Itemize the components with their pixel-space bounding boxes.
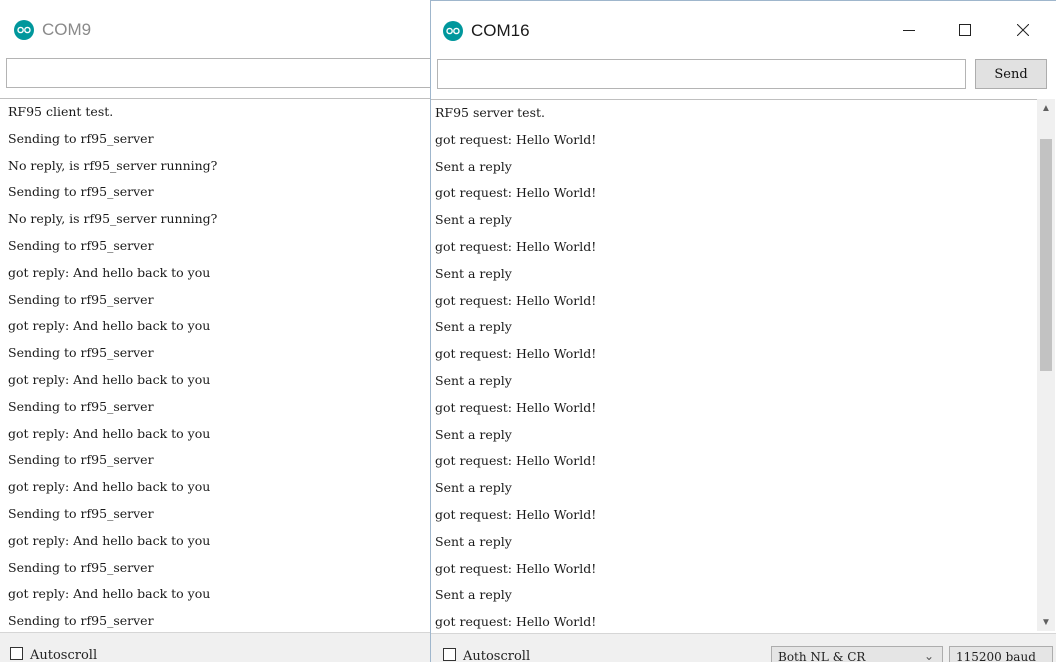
output-line: got request: Hello World! bbox=[435, 292, 597, 308]
arduino-icon bbox=[14, 20, 34, 40]
send-input[interactable] bbox=[6, 58, 432, 88]
output-line: Sent a reply bbox=[435, 426, 512, 442]
output-line: Sending to rf95_server bbox=[8, 345, 154, 361]
output-line: got reply: And hello back to you bbox=[8, 586, 211, 602]
serial-output[interactable]: RF95 client test. Sending to rf95_server N… bbox=[0, 98, 432, 631]
output-line: got reply: And hello back to you bbox=[8, 425, 211, 441]
output-line: got request: Hello World! bbox=[435, 346, 597, 362]
output-line: Sent a reply bbox=[435, 480, 512, 496]
output-line: got request: Hello World! bbox=[435, 185, 597, 201]
output-line: Sent a reply bbox=[435, 158, 512, 174]
chevron-down-icon: ⌄ bbox=[923, 649, 934, 662]
output-line: got reply: And hello back to you bbox=[8, 479, 211, 495]
scrollbar-thumb[interactable] bbox=[1040, 139, 1052, 371]
maximize-button[interactable] bbox=[943, 15, 987, 45]
output-line: got request: Hello World! bbox=[435, 560, 597, 576]
window-title: COM9 bbox=[42, 20, 92, 39]
output-line: Sending to rf95_server bbox=[8, 130, 154, 146]
maximize-icon bbox=[959, 24, 971, 36]
arduino-icon bbox=[443, 21, 463, 41]
serial-monitor-window-com9: COM9 RF95 client test. Sending to rf95_se… bbox=[0, 0, 433, 662]
output-line: Sending to rf95_server bbox=[8, 184, 154, 200]
output-line: Sending to rf95_server bbox=[8, 505, 154, 521]
output-line: Sent a reply bbox=[435, 319, 512, 335]
baud-rate-select[interactable]: 115200 baud bbox=[949, 646, 1053, 662]
output-line: got request: Hello World! bbox=[435, 614, 597, 630]
output-line: Sending to rf95_server bbox=[8, 237, 154, 253]
output-line: Sent a reply bbox=[435, 533, 512, 549]
autoscroll-checkbox[interactable] bbox=[10, 647, 23, 660]
output-line: got request: Hello World! bbox=[435, 453, 597, 469]
send-input[interactable] bbox=[437, 59, 966, 89]
title-bar[interactable]: COM9 bbox=[0, 0, 432, 48]
output-line: Sending to rf95_server bbox=[8, 613, 154, 629]
close-button[interactable] bbox=[1001, 15, 1045, 45]
output-line: No reply, is rf95_server running? bbox=[8, 157, 218, 173]
output-line: Sent a reply bbox=[435, 212, 512, 228]
output-line: Sent a reply bbox=[435, 265, 512, 281]
autoscroll-label: Autoscroll bbox=[463, 649, 531, 662]
output-line: Sent a reply bbox=[435, 587, 512, 603]
output-line: RF95 client test. bbox=[8, 104, 114, 119]
baud-rate-value: 115200 baud bbox=[956, 650, 1036, 662]
autoscroll-label: Autoscroll bbox=[30, 648, 98, 662]
output-line: got reply: And hello back to you bbox=[8, 371, 211, 387]
output-line: RF95 server test. bbox=[435, 105, 545, 120]
bottom-bar: Autoscroll Both NL & CR ⌄ 115200 baud bbox=[431, 633, 1056, 662]
output-line: Sending to rf95_server bbox=[8, 559, 154, 575]
output-line: got request: Hello World! bbox=[435, 399, 597, 415]
output-line: Sending to rf95_server bbox=[8, 452, 154, 468]
bottom-bar: Autoscroll bbox=[0, 632, 432, 662]
output-line: No reply, is rf95_server running? bbox=[8, 211, 218, 227]
send-button[interactable]: Send bbox=[975, 59, 1047, 89]
chevron-up-icon[interactable]: ▲ bbox=[1037, 99, 1055, 117]
vertical-scrollbar[interactable]: ▲ ▼ bbox=[1037, 99, 1055, 631]
serial-monitor-window-com16: COM16 Send RF95 server test. got request:… bbox=[430, 0, 1056, 662]
output-line: Sending to rf95_server bbox=[8, 291, 154, 307]
output-line: Sending to rf95_server bbox=[8, 398, 154, 414]
output-line: got reply: And hello back to you bbox=[8, 532, 211, 548]
title-bar[interactable]: COM16 bbox=[431, 1, 1056, 49]
autoscroll-checkbox[interactable] bbox=[443, 648, 456, 661]
output-line: got request: Hello World! bbox=[435, 506, 597, 522]
chevron-down-icon[interactable]: ▼ bbox=[1037, 613, 1055, 631]
serial-output[interactable]: RF95 server test. got request: Hello Worl… bbox=[431, 99, 1039, 632]
minimize-button[interactable] bbox=[887, 15, 931, 45]
close-icon bbox=[1017, 24, 1029, 36]
line-ending-select[interactable]: Both NL & CR ⌄ bbox=[771, 646, 943, 662]
window-title: COM16 bbox=[471, 21, 530, 40]
output-line: got request: Hello World! bbox=[435, 131, 597, 147]
output-line: Sent a reply bbox=[435, 372, 512, 388]
minimize-icon bbox=[903, 30, 915, 31]
output-line: got reply: And hello back to you bbox=[8, 264, 211, 280]
line-ending-value: Both NL & CR bbox=[778, 650, 866, 662]
output-line: got reply: And hello back to you bbox=[8, 318, 211, 334]
output-line: got request: Hello World! bbox=[435, 238, 597, 254]
